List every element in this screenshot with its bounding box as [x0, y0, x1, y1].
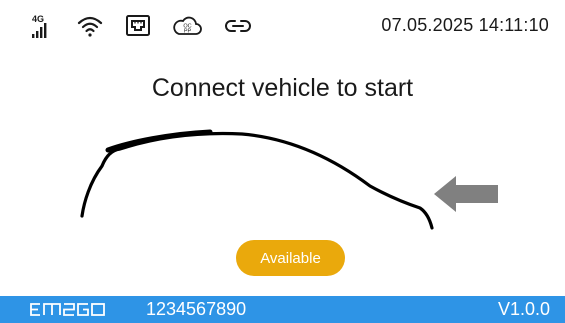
serial-number: 1234567890 [146, 299, 247, 319]
car-outline-icon [80, 129, 434, 230]
link-icon [222, 12, 254, 40]
cellular-4g-icon: 4G [30, 12, 56, 40]
status-badge: Available [236, 240, 345, 276]
cellular-4g-label: 4G [32, 14, 44, 24]
status-bar: 4G OC PP 07.05.2025 14:11:10 [0, 0, 565, 52]
arrow-left-icon [434, 176, 498, 212]
ocpp-cloud-icon: OC PP [171, 12, 203, 40]
firmware-version: V1.0.0 [497, 299, 550, 319]
ethernet-icon [124, 12, 152, 40]
ocpp-label-bottom: PP [184, 29, 192, 35]
connect-instruction: Connect vehicle to start [151, 74, 414, 102]
em2go-logo [30, 303, 105, 316]
wifi-icon [76, 12, 104, 40]
footer-bar: 1234567890 V1.0.0 [0, 296, 565, 323]
datetime-display: 07.05.2025 14:11:10 [381, 15, 549, 35]
